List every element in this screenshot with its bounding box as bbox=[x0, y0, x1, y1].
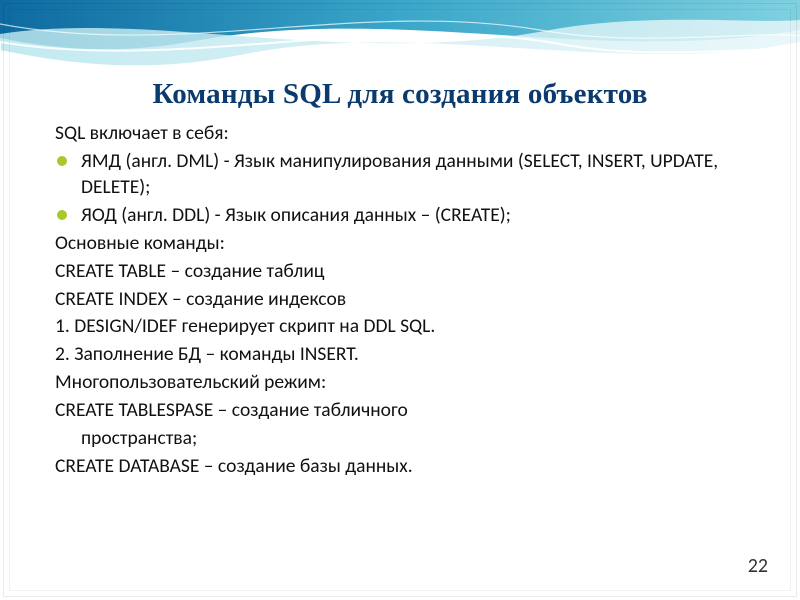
text-line: Основные команды: bbox=[55, 231, 745, 257]
text-line-continuation: пространства; bbox=[55, 426, 745, 452]
text-line: 2. Заполнение БД – команды INSERT. bbox=[55, 342, 745, 368]
text-line: Многопользовательский режим: bbox=[55, 370, 745, 396]
slide-title: Команды SQL для создания объектов bbox=[55, 78, 745, 111]
text-line: SQL включает в себя: bbox=[55, 121, 745, 147]
text-line: CREATE DATABASE – создание базы данных. bbox=[55, 454, 745, 480]
slide-body: SQL включает в себя: ЯМД (англ. DML) - Я… bbox=[55, 121, 745, 480]
bullet-item-dml: ЯМД (англ. DML) - Язык манипулирования д… bbox=[55, 149, 745, 201]
slide: Команды SQL для создания объектов SQL вк… bbox=[0, 0, 800, 600]
text-line: CREATE TABLESPASE – создание табличного bbox=[55, 398, 745, 424]
slide-content: Команды SQL для создания объектов SQL вк… bbox=[0, 0, 800, 480]
text-line: CREATE TABLE – создание таблиц bbox=[55, 259, 745, 285]
text-line: CREATE INDEX – создание индексов bbox=[55, 287, 745, 313]
text-line: 1. DESIGN/IDEF генерирует скрипт на DDL … bbox=[55, 314, 745, 340]
page-number: 22 bbox=[748, 554, 768, 578]
bullet-item-ddl: ЯОД (англ. DDL) - Язык описания данных –… bbox=[55, 203, 745, 229]
